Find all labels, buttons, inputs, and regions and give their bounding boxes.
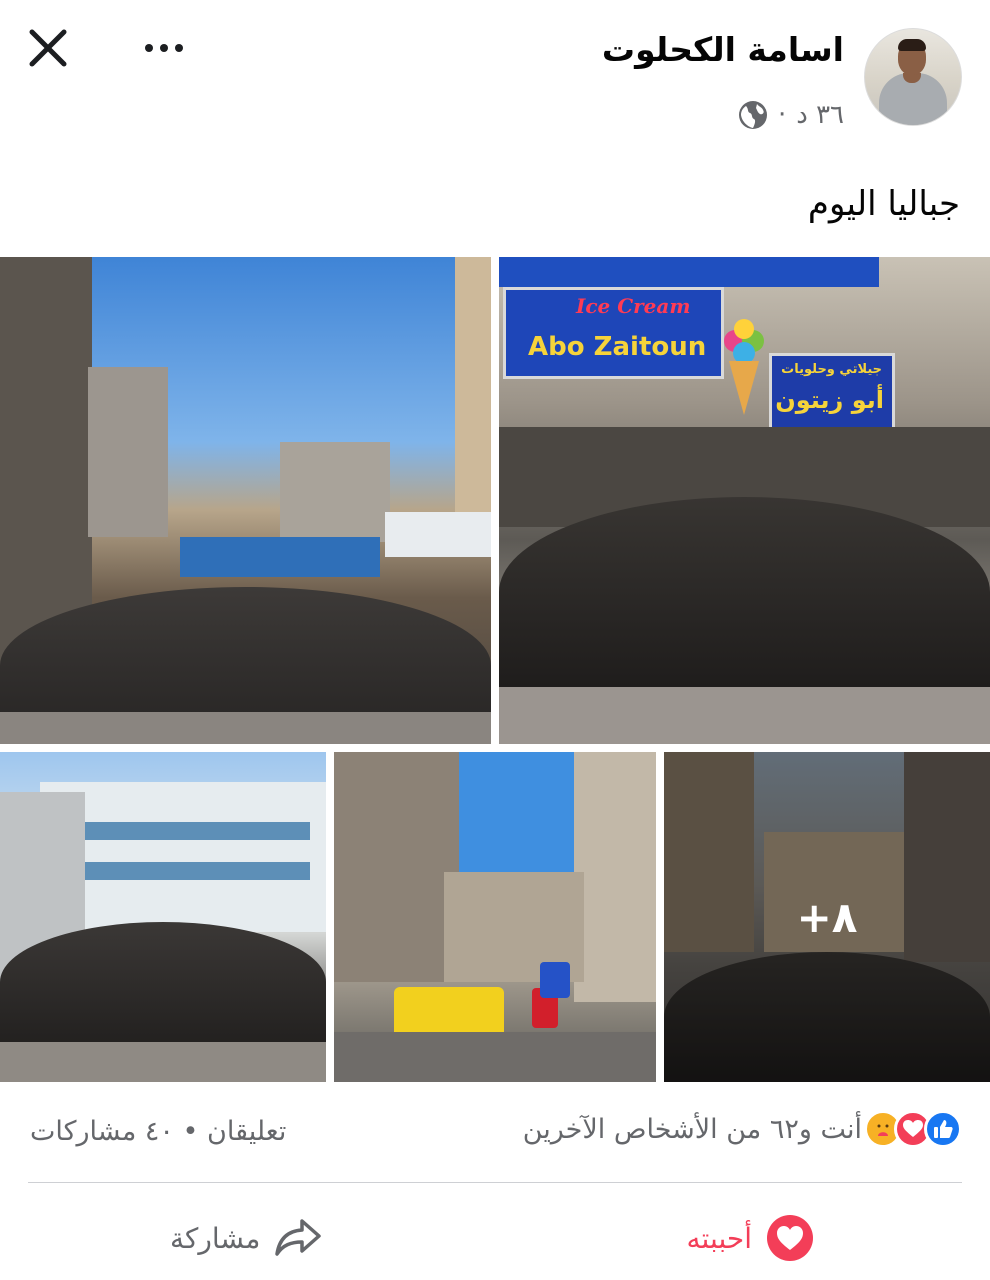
distant-building [280, 442, 390, 542]
more-options-icon [145, 44, 153, 52]
square-ground [0, 1042, 326, 1082]
market-awning [180, 537, 380, 577]
meta-separator: · [777, 100, 787, 130]
more-photos-overlay[interactable]: +٨ [664, 752, 990, 1082]
crowd [0, 922, 326, 1042]
post-photo-5[interactable]: +٨ [664, 752, 990, 1082]
post-photo-2[interactable]: Ice Cream Abo Zaitoun جيلاتي وحلويات أبو… [499, 257, 990, 744]
more-photos-count: +٨ [796, 892, 858, 942]
post-photo-3[interactable] [0, 752, 326, 1082]
water-jerrycan-blue [540, 962, 570, 998]
building-windows [50, 822, 310, 840]
more-dot [175, 44, 183, 52]
avatar[interactable] [864, 28, 962, 126]
crowd [499, 497, 990, 687]
sign-arabic-top: جيلاتي وحلويات [781, 362, 882, 377]
wet-ground [334, 1032, 656, 1082]
timestamp[interactable]: ٣٦ د [796, 100, 844, 130]
reactions-summary[interactable]: أنت و٦٢ من الأشخاص الآخرين [523, 1110, 962, 1148]
love-reaction-icon [767, 1215, 813, 1261]
sign-arabic-main: أبو زيتون [775, 386, 884, 414]
globe-icon[interactable] [738, 100, 768, 130]
market-awning [385, 512, 491, 557]
pavement [499, 687, 990, 744]
building-windows [50, 862, 310, 880]
close-icon [29, 29, 67, 67]
reaction-icons [864, 1110, 962, 1148]
like-icon [924, 1110, 962, 1148]
comments-shares-count[interactable]: تعليقان • ٤٠ مشاركات [30, 1116, 286, 1147]
sign-line-2: Abo Zaitoun [528, 332, 707, 362]
post-text: جباليا اليوم [807, 184, 960, 224]
sign-line-1: Ice Cream [576, 294, 691, 318]
sky [449, 752, 574, 872]
distant-building [88, 367, 168, 537]
shop-facade [499, 257, 879, 287]
more-dot [160, 44, 168, 52]
ice-cream-cone-icon [724, 319, 764, 415]
shop-sign-arabic: جيلاتي وحلويات أبو زيتون [769, 353, 895, 435]
share-icon [275, 1219, 322, 1256]
post-photo-1[interactable] [0, 257, 491, 744]
share-button[interactable]: مشاركة [170, 1208, 322, 1268]
divider [28, 1182, 962, 1183]
close-button[interactable] [22, 22, 74, 74]
more-options-button[interactable] [136, 26, 192, 70]
avatar-hair [898, 39, 926, 51]
like-label: أحببته [686, 1221, 752, 1255]
street [0, 712, 491, 744]
like-button[interactable]: أحببته [687, 1208, 814, 1268]
post-photo-4[interactable] [334, 752, 656, 1082]
ruined-building [334, 752, 459, 982]
share-label: مشاركة [170, 1221, 261, 1255]
reactions-text: أنت و٦٢ من الأشخاص الآخرين [522, 1113, 862, 1145]
ruined-building [574, 752, 656, 1002]
post-meta: ٣٦ د · [738, 100, 844, 130]
author-name[interactable]: اسامة الكحلوت [602, 30, 844, 69]
shop-sign-english: Ice Cream Abo Zaitoun [503, 287, 724, 379]
